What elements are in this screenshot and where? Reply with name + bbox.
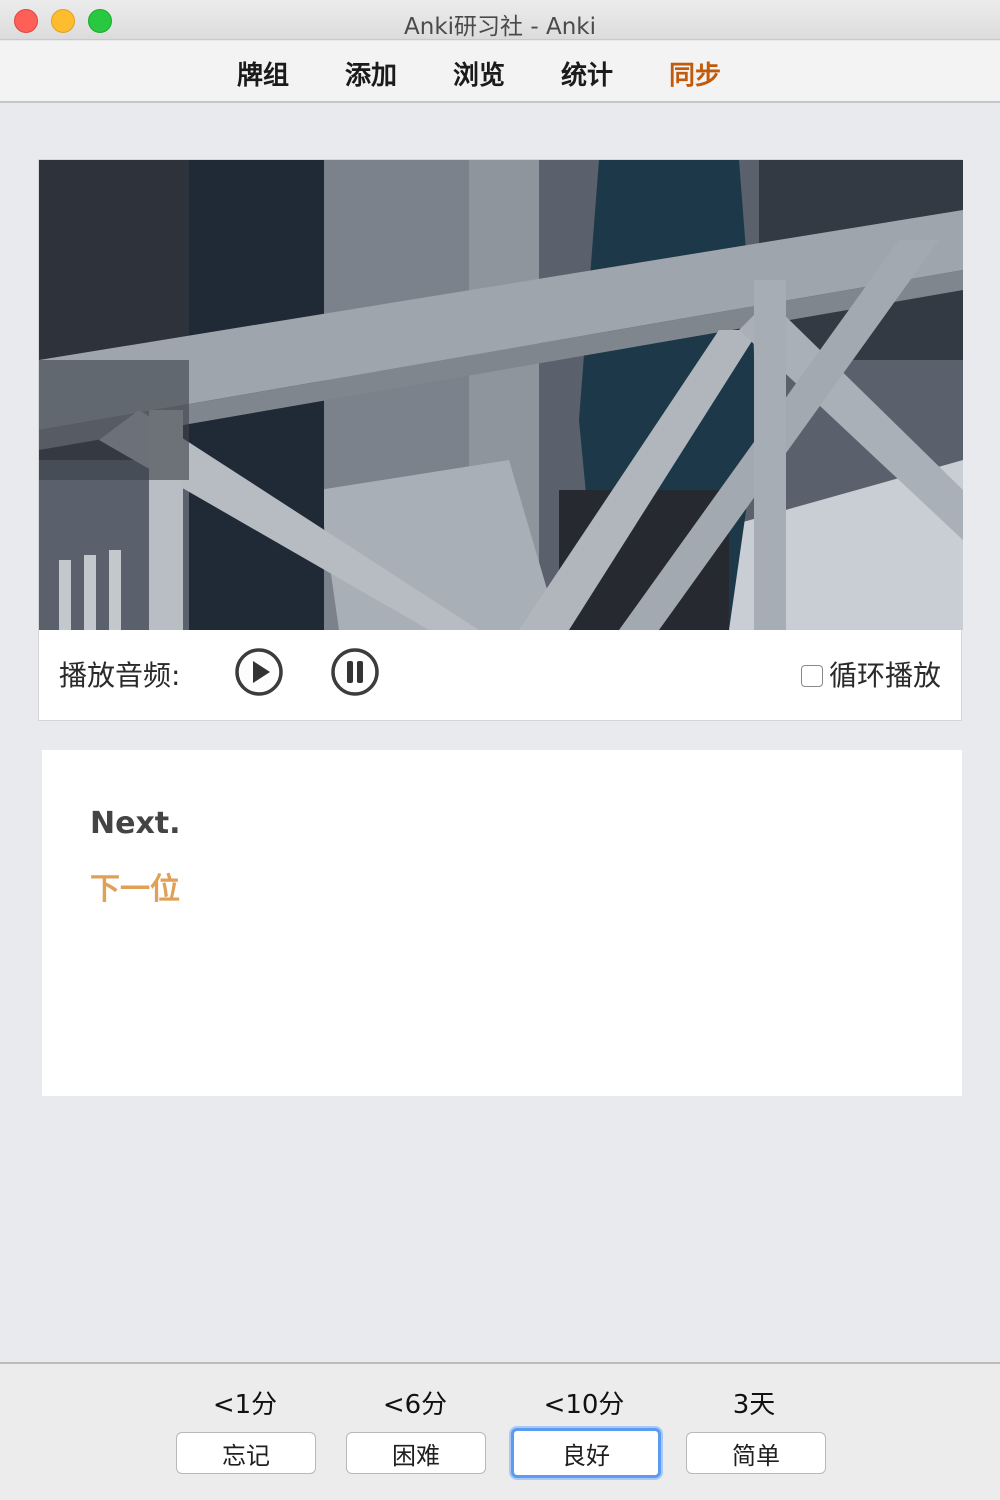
answer-english: Next. <box>90 806 181 841</box>
interval-again: <1分 <box>212 1390 278 1420</box>
loop-label: 循环播放 <box>828 659 941 692</box>
tab-browse[interactable]: 浏览 <box>453 55 505 92</box>
window-title: Anki研习社 - Anki <box>404 14 596 40</box>
video-frame <box>39 160 963 630</box>
pause-audio-button[interactable] <box>330 647 380 697</box>
answer-chinese: 下一位 <box>90 872 180 907</box>
tab-decks[interactable]: 牌组 <box>237 55 289 92</box>
loop-checkbox[interactable] <box>800 665 823 687</box>
answer-card: Next. 下一位 <box>42 750 962 1096</box>
main-toolbar: 牌组 添加 浏览 统计 同步 <box>0 41 1000 103</box>
tab-stats[interactable]: 统计 <box>561 55 613 92</box>
loop-toggle[interactable]: 循环播放 <box>800 654 941 694</box>
media-card: 播放音频: 循环播放 <box>38 159 963 721</box>
again-button[interactable]: 忘记 <box>176 1432 316 1474</box>
play-icon <box>235 648 283 696</box>
interval-easy: 3天 <box>732 1390 776 1420</box>
pause-icon <box>331 648 379 696</box>
hard-button[interactable]: 困难 <box>346 1432 486 1474</box>
interval-hard: <6分 <box>382 1390 448 1420</box>
play-audio-button[interactable] <box>234 647 284 697</box>
interval-good: <10分 <box>543 1390 625 1420</box>
easy-button[interactable]: 简单 <box>686 1432 826 1474</box>
review-bar: <1分 <6分 <10分 3天 忘记 困难 良好 简单 <box>0 1362 1000 1500</box>
window-titlebar: Anki研习社 - Anki <box>0 0 1000 40</box>
tab-add[interactable]: 添加 <box>345 55 397 92</box>
good-button[interactable]: 良好 <box>511 1428 661 1478</box>
audio-label: 播放音频: <box>59 659 181 692</box>
tab-sync[interactable]: 同步 <box>669 55 721 92</box>
video-frame-image <box>39 160 963 630</box>
